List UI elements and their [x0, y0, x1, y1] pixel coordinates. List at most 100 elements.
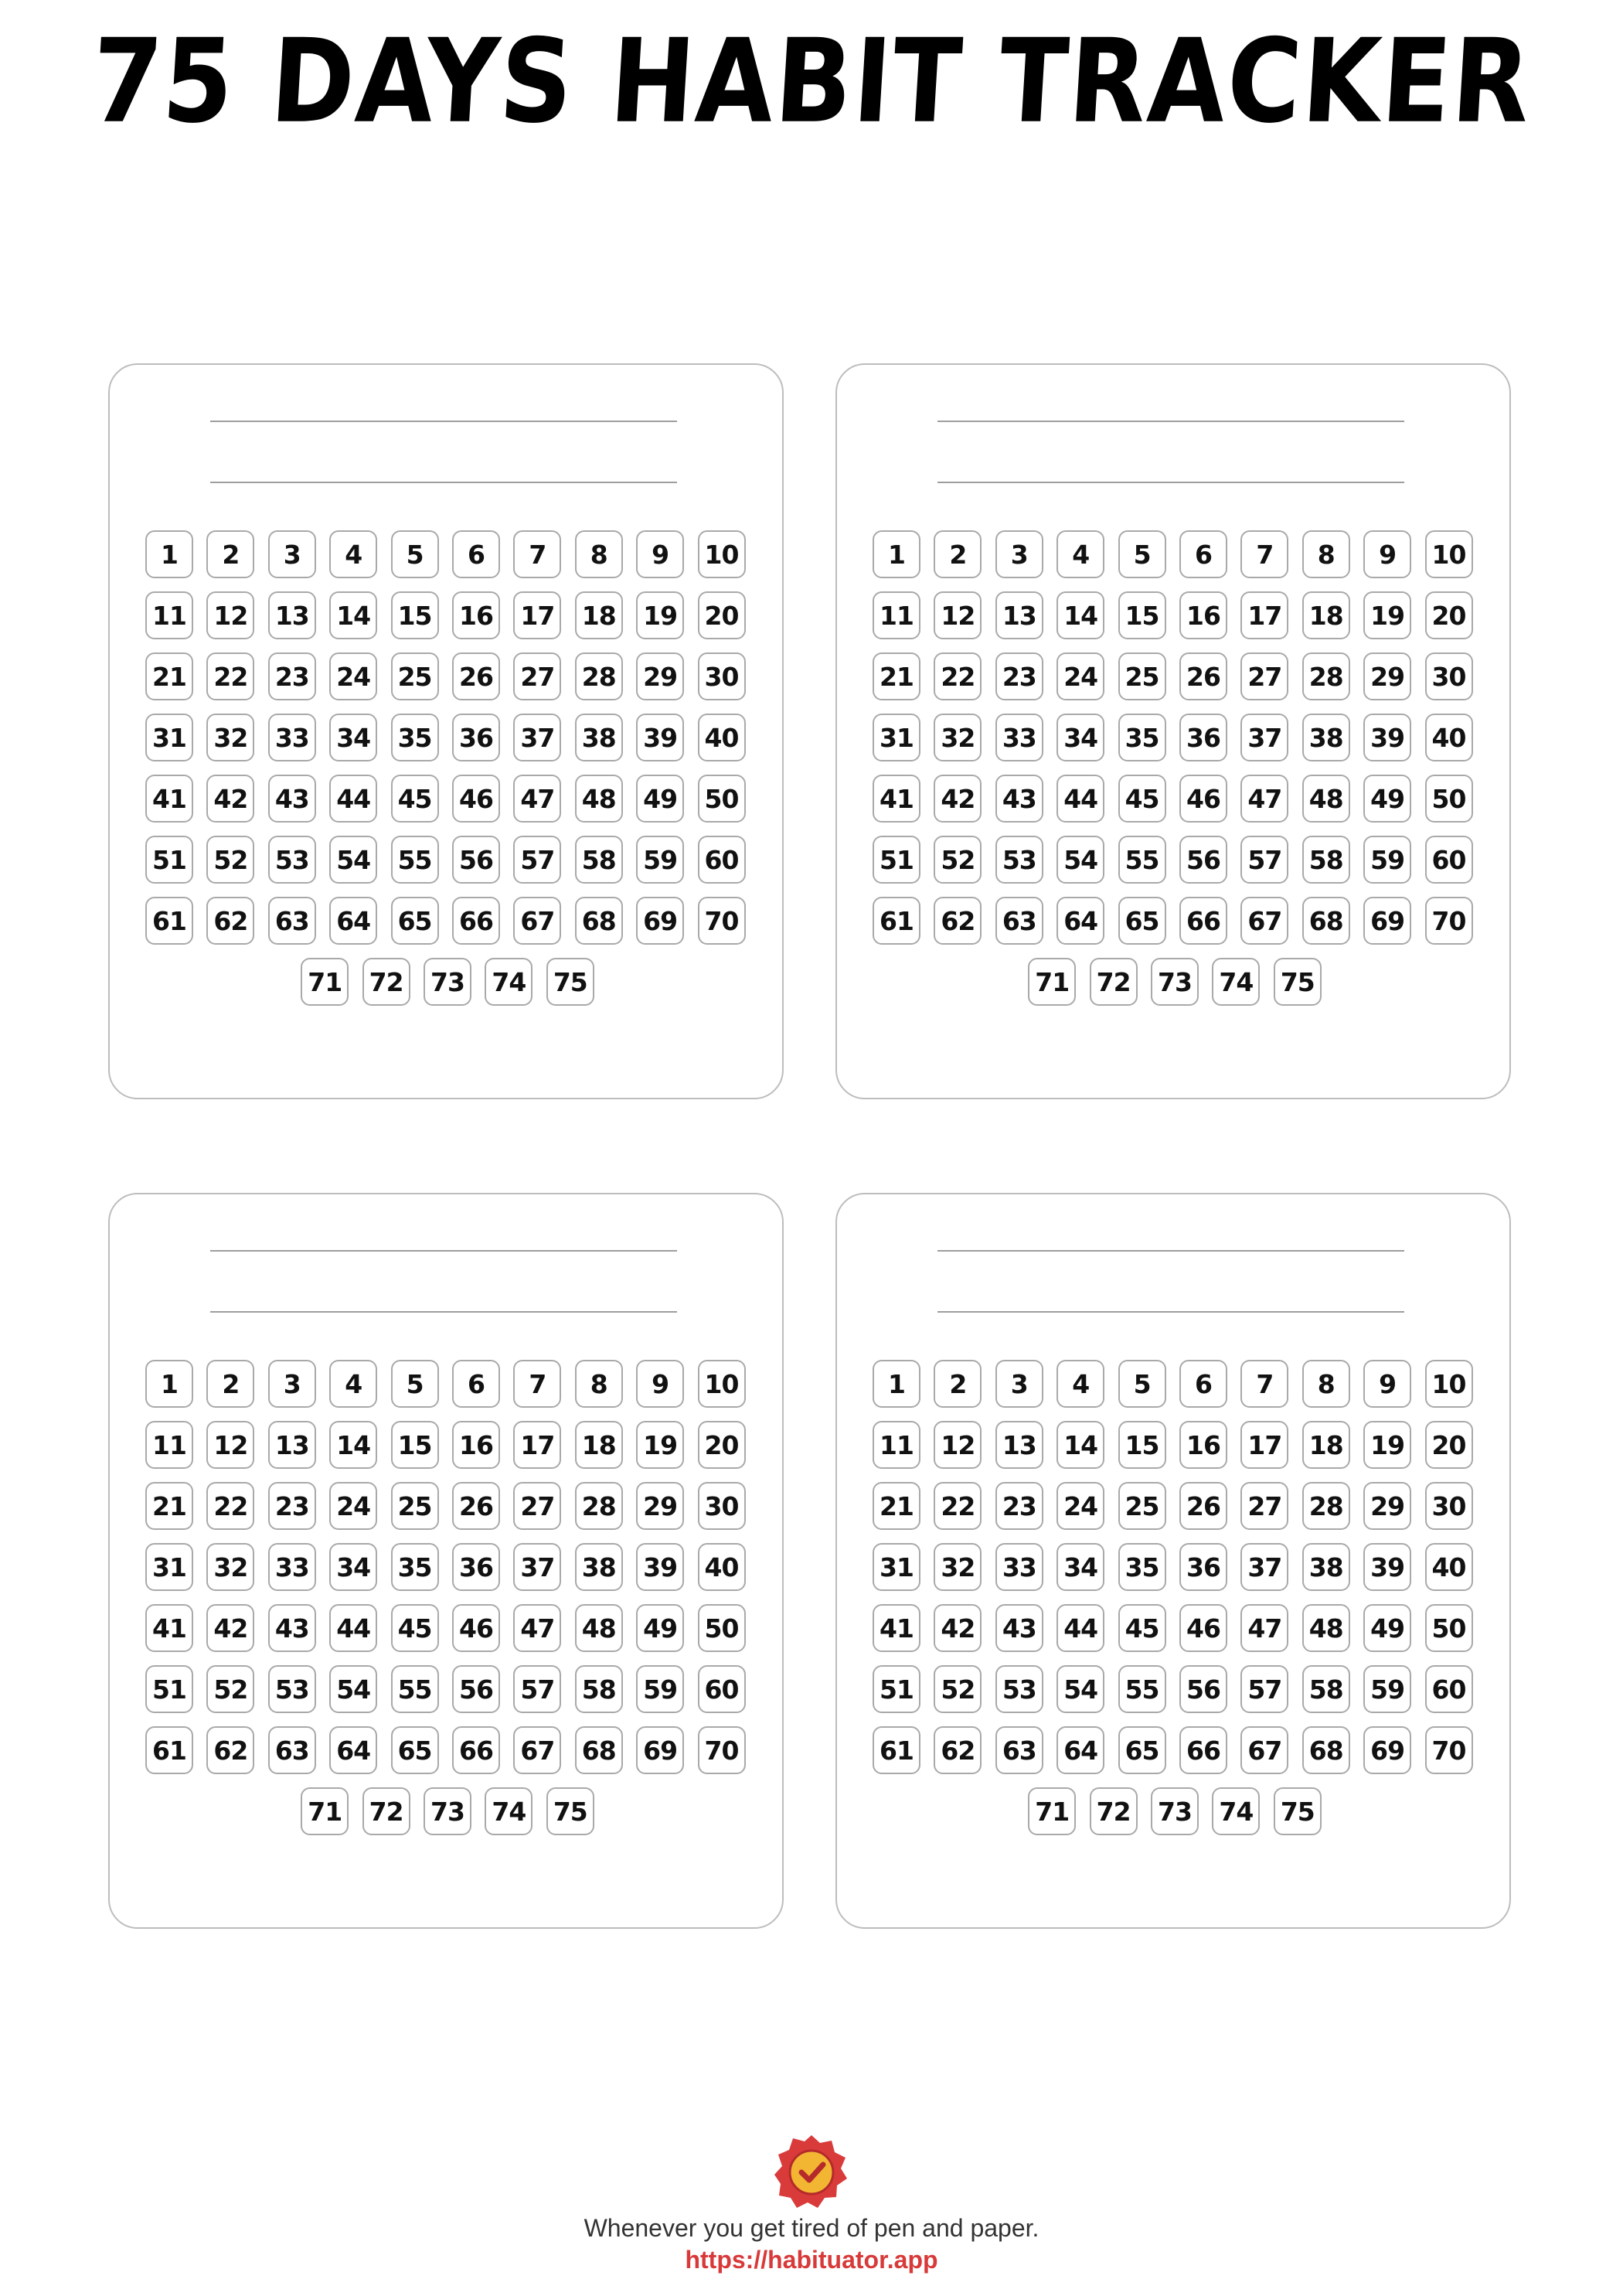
- day-checkbox[interactable]: 23: [267, 1482, 316, 1530]
- day-checkbox[interactable]: 8: [574, 530, 623, 578]
- day-checkbox[interactable]: 12: [934, 591, 982, 639]
- day-checkbox[interactable]: 46: [451, 1604, 500, 1652]
- day-checkbox[interactable]: 43: [995, 1604, 1043, 1652]
- day-checkbox[interactable]: 9: [636, 530, 685, 578]
- day-checkbox[interactable]: 57: [1240, 836, 1289, 884]
- day-checkbox[interactable]: 10: [697, 1360, 746, 1408]
- day-checkbox[interactable]: 41: [145, 775, 193, 823]
- day-checkbox[interactable]: 75: [1273, 958, 1322, 1006]
- day-checkbox[interactable]: 19: [636, 1421, 685, 1469]
- day-checkbox[interactable]: 60: [697, 1665, 746, 1713]
- day-checkbox[interactable]: 53: [267, 1665, 316, 1713]
- day-checkbox[interactable]: 40: [1424, 714, 1473, 761]
- day-checkbox[interactable]: 56: [1179, 1665, 1227, 1713]
- day-checkbox[interactable]: 30: [697, 652, 746, 700]
- day-checkbox[interactable]: 1: [873, 530, 920, 578]
- day-checkbox[interactable]: 2: [206, 1360, 255, 1408]
- day-checkbox[interactable]: 30: [1424, 1482, 1473, 1530]
- day-checkbox[interactable]: 26: [451, 1482, 500, 1530]
- day-checkbox[interactable]: 23: [995, 1482, 1043, 1530]
- day-checkbox[interactable]: 41: [873, 1604, 920, 1652]
- day-checkbox[interactable]: 14: [1056, 1421, 1105, 1469]
- day-checkbox[interactable]: 38: [1301, 714, 1350, 761]
- day-checkbox[interactable]: 1: [873, 1360, 920, 1408]
- day-checkbox[interactable]: 72: [362, 958, 410, 1006]
- day-checkbox[interactable]: 63: [995, 1726, 1043, 1774]
- habit-name-line[interactable]: [937, 1250, 1404, 1252]
- day-checkbox[interactable]: 20: [1424, 1421, 1473, 1469]
- day-checkbox[interactable]: 34: [1056, 714, 1105, 761]
- day-checkbox[interactable]: 49: [636, 775, 685, 823]
- day-checkbox[interactable]: 66: [451, 1726, 500, 1774]
- day-checkbox[interactable]: 62: [206, 1726, 255, 1774]
- day-checkbox[interactable]: 43: [995, 775, 1043, 823]
- day-checkbox[interactable]: 58: [574, 1665, 623, 1713]
- day-checkbox[interactable]: 67: [1240, 897, 1289, 945]
- day-checkbox[interactable]: 38: [1301, 1543, 1350, 1591]
- day-checkbox[interactable]: 61: [873, 897, 920, 945]
- day-checkbox[interactable]: 51: [873, 836, 920, 884]
- day-checkbox[interactable]: 21: [145, 652, 193, 700]
- day-checkbox[interactable]: 70: [697, 1726, 746, 1774]
- day-checkbox[interactable]: 13: [267, 591, 316, 639]
- day-checkbox[interactable]: 38: [574, 1543, 623, 1591]
- day-checkbox[interactable]: 67: [513, 1726, 562, 1774]
- habit-name-line[interactable]: [937, 1311, 1404, 1313]
- day-checkbox[interactable]: 25: [390, 652, 439, 700]
- day-checkbox[interactable]: 13: [267, 1421, 316, 1469]
- day-checkbox[interactable]: 55: [390, 836, 439, 884]
- day-checkbox[interactable]: 66: [1179, 897, 1227, 945]
- day-checkbox[interactable]: 50: [697, 775, 746, 823]
- day-checkbox[interactable]: 28: [1301, 1482, 1350, 1530]
- day-checkbox[interactable]: 62: [206, 897, 255, 945]
- day-checkbox[interactable]: 28: [1301, 652, 1350, 700]
- day-checkbox[interactable]: 73: [424, 958, 471, 1006]
- day-checkbox[interactable]: 55: [390, 1665, 439, 1713]
- day-checkbox[interactable]: 17: [513, 591, 562, 639]
- habit-name-line[interactable]: [937, 421, 1404, 422]
- day-checkbox[interactable]: 37: [513, 1543, 562, 1591]
- day-checkbox[interactable]: 18: [1301, 1421, 1350, 1469]
- day-checkbox[interactable]: 41: [145, 1604, 193, 1652]
- day-checkbox[interactable]: 34: [329, 1543, 378, 1591]
- day-checkbox[interactable]: 59: [1363, 836, 1412, 884]
- day-checkbox[interactable]: 13: [995, 1421, 1043, 1469]
- day-checkbox[interactable]: 26: [1179, 652, 1227, 700]
- day-checkbox[interactable]: 6: [1179, 1360, 1227, 1408]
- day-checkbox[interactable]: 53: [267, 836, 316, 884]
- day-checkbox[interactable]: 56: [451, 1665, 500, 1713]
- day-checkbox[interactable]: 71: [1028, 1787, 1077, 1835]
- day-checkbox[interactable]: 55: [1118, 836, 1166, 884]
- day-checkbox[interactable]: 31: [145, 714, 193, 761]
- day-checkbox[interactable]: 67: [513, 897, 562, 945]
- day-checkbox[interactable]: 15: [1118, 1421, 1166, 1469]
- day-checkbox[interactable]: 51: [145, 1665, 193, 1713]
- day-checkbox[interactable]: 48: [574, 775, 623, 823]
- day-checkbox[interactable]: 24: [329, 652, 378, 700]
- day-checkbox[interactable]: 22: [206, 652, 255, 700]
- day-checkbox[interactable]: 7: [513, 1360, 562, 1408]
- day-checkbox[interactable]: 22: [206, 1482, 255, 1530]
- footer-url-link[interactable]: https://habituator.app: [0, 2246, 1623, 2274]
- day-checkbox[interactable]: 16: [1179, 591, 1227, 639]
- habit-name-line[interactable]: [210, 421, 677, 422]
- day-checkbox[interactable]: 16: [451, 1421, 500, 1469]
- day-checkbox[interactable]: 9: [1363, 530, 1412, 578]
- day-checkbox[interactable]: 69: [636, 897, 685, 945]
- day-checkbox[interactable]: 13: [995, 591, 1043, 639]
- day-checkbox[interactable]: 20: [697, 591, 746, 639]
- day-checkbox[interactable]: 73: [1151, 958, 1199, 1006]
- day-checkbox[interactable]: 5: [1118, 530, 1166, 578]
- day-checkbox[interactable]: 51: [873, 1665, 920, 1713]
- day-checkbox[interactable]: 25: [1118, 652, 1166, 700]
- day-checkbox[interactable]: 54: [1056, 1665, 1105, 1713]
- day-checkbox[interactable]: 44: [329, 775, 378, 823]
- day-checkbox[interactable]: 28: [574, 652, 623, 700]
- day-checkbox[interactable]: 14: [329, 1421, 378, 1469]
- day-checkbox[interactable]: 21: [873, 652, 920, 700]
- habit-name-line[interactable]: [210, 1311, 677, 1313]
- day-checkbox[interactable]: 15: [390, 1421, 439, 1469]
- day-checkbox[interactable]: 26: [451, 652, 500, 700]
- day-checkbox[interactable]: 74: [485, 958, 533, 1006]
- day-checkbox[interactable]: 59: [636, 836, 685, 884]
